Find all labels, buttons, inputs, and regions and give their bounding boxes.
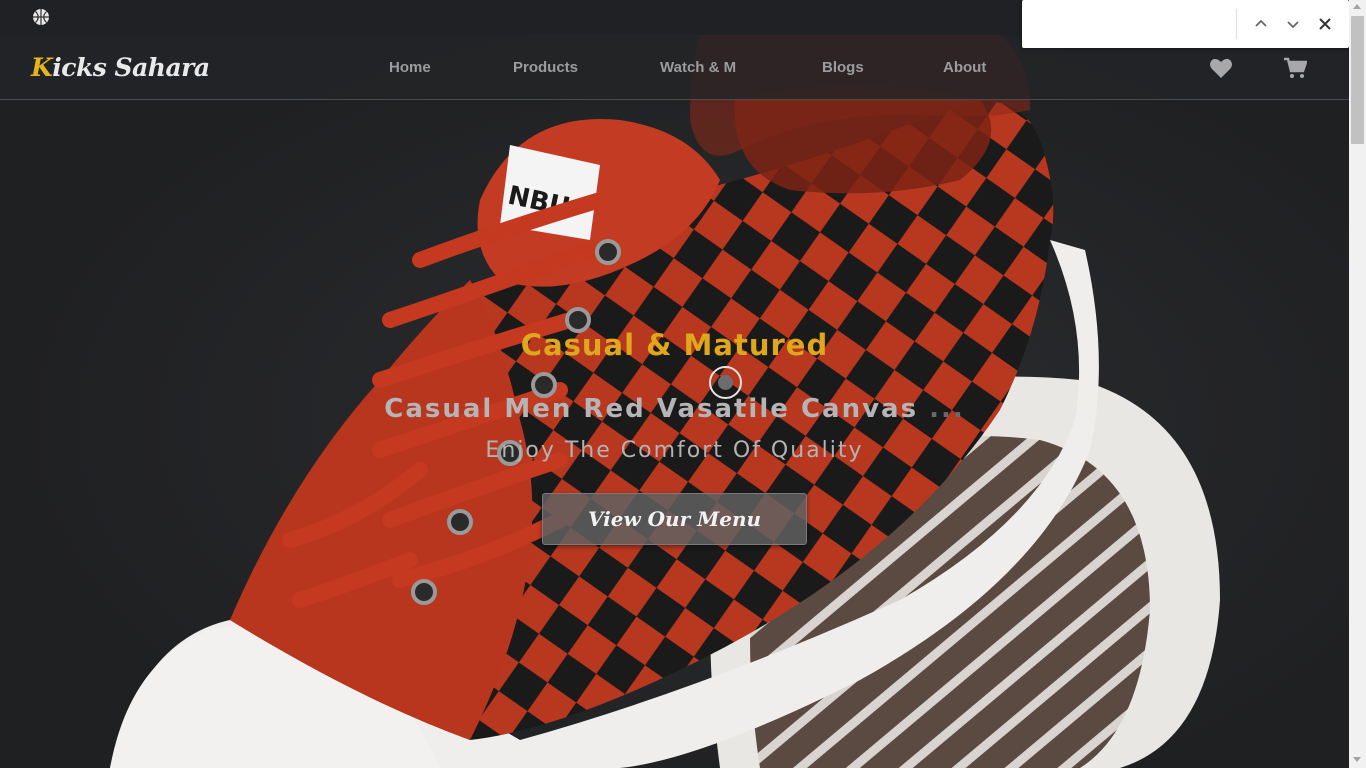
find-bar-divider bbox=[1236, 9, 1237, 39]
brand-logo[interactable]: Kicks Sahara bbox=[31, 53, 210, 82]
nav-home[interactable]: Home bbox=[389, 59, 431, 76]
close-icon[interactable] bbox=[1313, 12, 1337, 36]
page: NBU Kicks Sahara Home Products Watch & M… bbox=[0, 0, 1366, 768]
find-input[interactable] bbox=[1030, 8, 1235, 38]
chevron-down-icon[interactable] bbox=[1281, 12, 1305, 36]
nav-blogs[interactable]: Blogs bbox=[822, 59, 864, 76]
cart-icon[interactable] bbox=[1283, 57, 1307, 79]
scrollbar-thumb[interactable] bbox=[1351, 16, 1364, 144]
scroll-down-arrow[interactable] bbox=[1353, 757, 1361, 762]
hero-accent-heading: Casual & Matured bbox=[520, 328, 829, 362]
brand-logo-initial: K bbox=[31, 53, 53, 82]
heart-icon[interactable] bbox=[1209, 57, 1233, 79]
hero-product-title-text: Casual Men Red Vasatile Canvas bbox=[384, 394, 919, 424]
hero-product-title-ellipsis: ... bbox=[918, 394, 965, 424]
nav-about[interactable]: About bbox=[943, 59, 986, 76]
page-scrollbar[interactable] bbox=[1349, 0, 1366, 768]
nav-watch-and-more[interactable]: Watch & M bbox=[660, 59, 736, 76]
find-bar bbox=[1022, 0, 1349, 48]
brand-logo-text: icks Sahara bbox=[52, 53, 210, 82]
nav-products[interactable]: Products bbox=[513, 59, 578, 76]
view-menu-button[interactable]: View Our Menu bbox=[542, 493, 807, 545]
scroll-up-arrow[interactable] bbox=[1353, 4, 1361, 9]
basketball-icon[interactable] bbox=[32, 8, 50, 26]
hero-shoe-image: NBU bbox=[110, 35, 1220, 768]
hero-subtitle: Enjoy The Comfort Of Quality bbox=[485, 438, 864, 463]
cursor-indicator bbox=[709, 366, 742, 399]
chevron-up-icon[interactable] bbox=[1249, 12, 1273, 36]
hero-product-title: Casual Men Red Vasatile Canvas ... bbox=[0, 394, 1349, 424]
